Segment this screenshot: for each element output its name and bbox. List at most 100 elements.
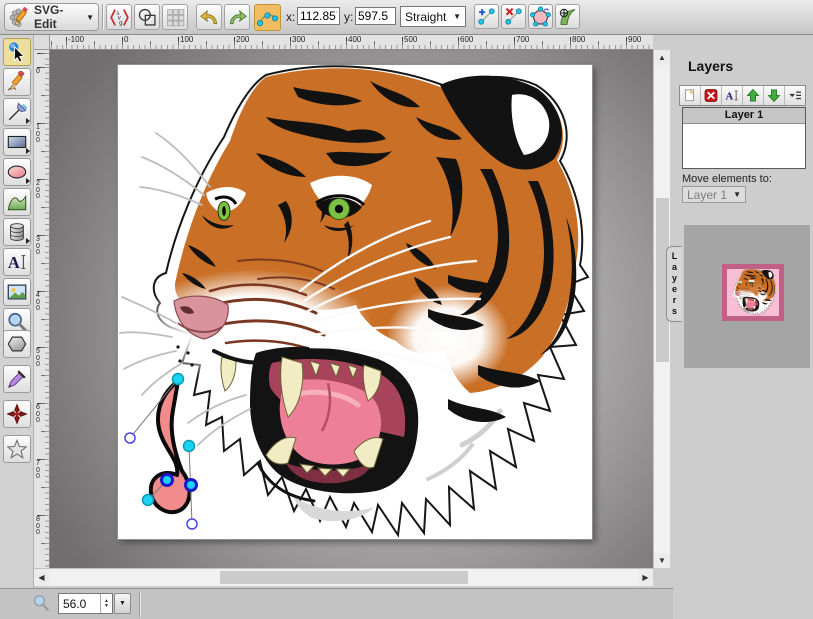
move-layer-down-icon bbox=[766, 88, 782, 103]
grid-icon bbox=[165, 7, 186, 28]
zoom-spinner-arrows[interactable]: ▲▼ bbox=[100, 594, 112, 613]
source-code-button[interactable]: svg bbox=[106, 4, 132, 30]
open-close-path-button[interactable] bbox=[528, 4, 553, 29]
delete-layer-icon bbox=[703, 88, 719, 103]
line-tool-icon bbox=[6, 101, 28, 123]
move-elements-select[interactable]: Layer 1 ▼ bbox=[682, 186, 746, 203]
convert-to-path-button[interactable] bbox=[555, 4, 580, 29]
ruler-label: 500 bbox=[36, 349, 40, 369]
scroll-down-button[interactable]: ▼ bbox=[654, 553, 670, 568]
line-tool-button[interactable] bbox=[3, 98, 31, 126]
svg-text:g: g bbox=[119, 19, 122, 26]
zoom-level-spinner[interactable]: 56.0 ▲▼ bbox=[58, 593, 113, 614]
scroll-left-button[interactable]: ◀ bbox=[34, 569, 49, 586]
star-tool-button[interactable] bbox=[3, 435, 31, 463]
path-node[interactable] bbox=[184, 441, 195, 452]
scroll-up-button[interactable]: ▲ bbox=[654, 50, 670, 65]
chevron-down-icon: ▼ bbox=[86, 13, 94, 22]
add-node-button[interactable] bbox=[474, 4, 499, 29]
star-shape-tool-button[interactable] bbox=[3, 400, 31, 428]
scroll-right-button[interactable]: ▶ bbox=[638, 569, 653, 586]
horizontal-scroll-thumb[interactable] bbox=[220, 571, 468, 584]
redo-icon bbox=[227, 7, 248, 28]
ruler-label: 700 bbox=[516, 35, 529, 44]
polygon-tool-icon bbox=[6, 333, 28, 355]
rename-layer-button[interactable]: A bbox=[722, 86, 743, 105]
source-code-icon: svg bbox=[109, 7, 130, 28]
left-toolbar: A bbox=[0, 35, 34, 588]
new-layer-button[interactable] bbox=[680, 86, 701, 105]
ruler-corner bbox=[34, 35, 50, 50]
main-menu-label: SVG-Edit bbox=[34, 3, 81, 31]
add-node-icon bbox=[476, 6, 497, 27]
layers-panel-toggle-tab[interactable]: Layers bbox=[666, 246, 682, 322]
ruler-label: 900 bbox=[628, 35, 641, 44]
toolbar-separator bbox=[102, 4, 103, 30]
workspace bbox=[50, 50, 653, 568]
rect-tool-button[interactable] bbox=[3, 128, 31, 156]
move-elements-value: Layer 1 bbox=[687, 188, 727, 202]
rect-tool-icon bbox=[6, 131, 28, 153]
ruler-label: -100 bbox=[68, 35, 84, 44]
main-menu-button[interactable]: SVG-Edit ▼ bbox=[4, 3, 99, 31]
text-tool-icon: A bbox=[6, 251, 28, 273]
drawing-canvas[interactable] bbox=[118, 65, 592, 539]
polygon-tool-button[interactable] bbox=[3, 330, 31, 358]
pencil-tool-icon bbox=[6, 71, 28, 93]
redo-button[interactable] bbox=[224, 4, 250, 30]
x-coordinate-input[interactable] bbox=[297, 7, 340, 25]
segment-type-select[interactable]: Straight ▼ bbox=[400, 6, 466, 27]
delete-node-icon bbox=[503, 6, 524, 27]
text-tool-button[interactable]: A bbox=[3, 248, 31, 276]
layer-preview-area bbox=[684, 225, 810, 368]
zoom-preset-dropdown[interactable]: ▼ bbox=[114, 593, 131, 614]
path-node-selected[interactable] bbox=[162, 475, 173, 486]
grid-button[interactable] bbox=[162, 4, 188, 30]
select-tool-button[interactable] bbox=[3, 38, 31, 66]
layer-menu-icon bbox=[787, 88, 803, 103]
layer-list[interactable]: Layer 1 bbox=[682, 107, 806, 169]
path-node[interactable] bbox=[143, 495, 154, 506]
ellipse-tool-button[interactable] bbox=[3, 158, 31, 186]
shape-library-tool-button[interactable] bbox=[3, 218, 31, 246]
undo-button[interactable] bbox=[196, 4, 222, 30]
convert-to-path-icon bbox=[557, 6, 578, 27]
zoom-level-value: 56.0 bbox=[59, 597, 100, 611]
new-layer-icon bbox=[682, 88, 698, 103]
move-layer-down-button[interactable] bbox=[764, 86, 785, 105]
ruler-label: 300 bbox=[292, 35, 305, 44]
path-control-handle[interactable] bbox=[187, 519, 197, 529]
node-edit-icon bbox=[257, 7, 278, 28]
ruler-label: 400 bbox=[348, 35, 361, 44]
eyedropper-tool-button[interactable] bbox=[3, 365, 31, 393]
svg-edit-logo-icon bbox=[9, 7, 30, 28]
eyedropper-tool-icon bbox=[6, 368, 28, 390]
path-tool-button[interactable] bbox=[3, 188, 31, 216]
path-node-selected[interactable] bbox=[186, 480, 197, 491]
ruler-label: 600 bbox=[460, 35, 473, 44]
star-tool-icon bbox=[6, 438, 28, 460]
submenu-arrow-icon bbox=[26, 178, 30, 184]
delete-layer-button[interactable] bbox=[701, 86, 722, 105]
select-tool-icon bbox=[6, 41, 28, 63]
path-node[interactable] bbox=[173, 374, 184, 385]
layer-menu-button[interactable] bbox=[785, 86, 805, 105]
layers-tab-label: Layers bbox=[670, 251, 680, 317]
ruler-label: 100 bbox=[36, 125, 40, 145]
y-coordinate-input[interactable] bbox=[355, 7, 396, 25]
ruler-label: 800 bbox=[572, 35, 585, 44]
delete-node-button[interactable] bbox=[501, 4, 526, 29]
node-edit-button[interactable] bbox=[254, 4, 281, 31]
path-control-handle[interactable] bbox=[125, 433, 135, 443]
layer-list-header[interactable]: Layer 1 bbox=[683, 108, 805, 124]
wireframe-shapes-button[interactable] bbox=[134, 4, 160, 30]
image-tool-icon bbox=[6, 281, 28, 303]
status-bar: 56.0 ▲▼ ▼ bbox=[0, 588, 673, 619]
image-tool-button[interactable] bbox=[3, 278, 31, 306]
top-ruler: -10001002003004005006007008009001000 bbox=[50, 35, 653, 50]
ruler-label: 700 bbox=[36, 461, 40, 481]
pencil-tool-button[interactable] bbox=[3, 68, 31, 96]
horizontal-scrollbar[interactable]: ◀ ▶ bbox=[34, 568, 653, 586]
open-close-path-icon bbox=[530, 6, 551, 27]
move-layer-up-button[interactable] bbox=[743, 86, 764, 105]
